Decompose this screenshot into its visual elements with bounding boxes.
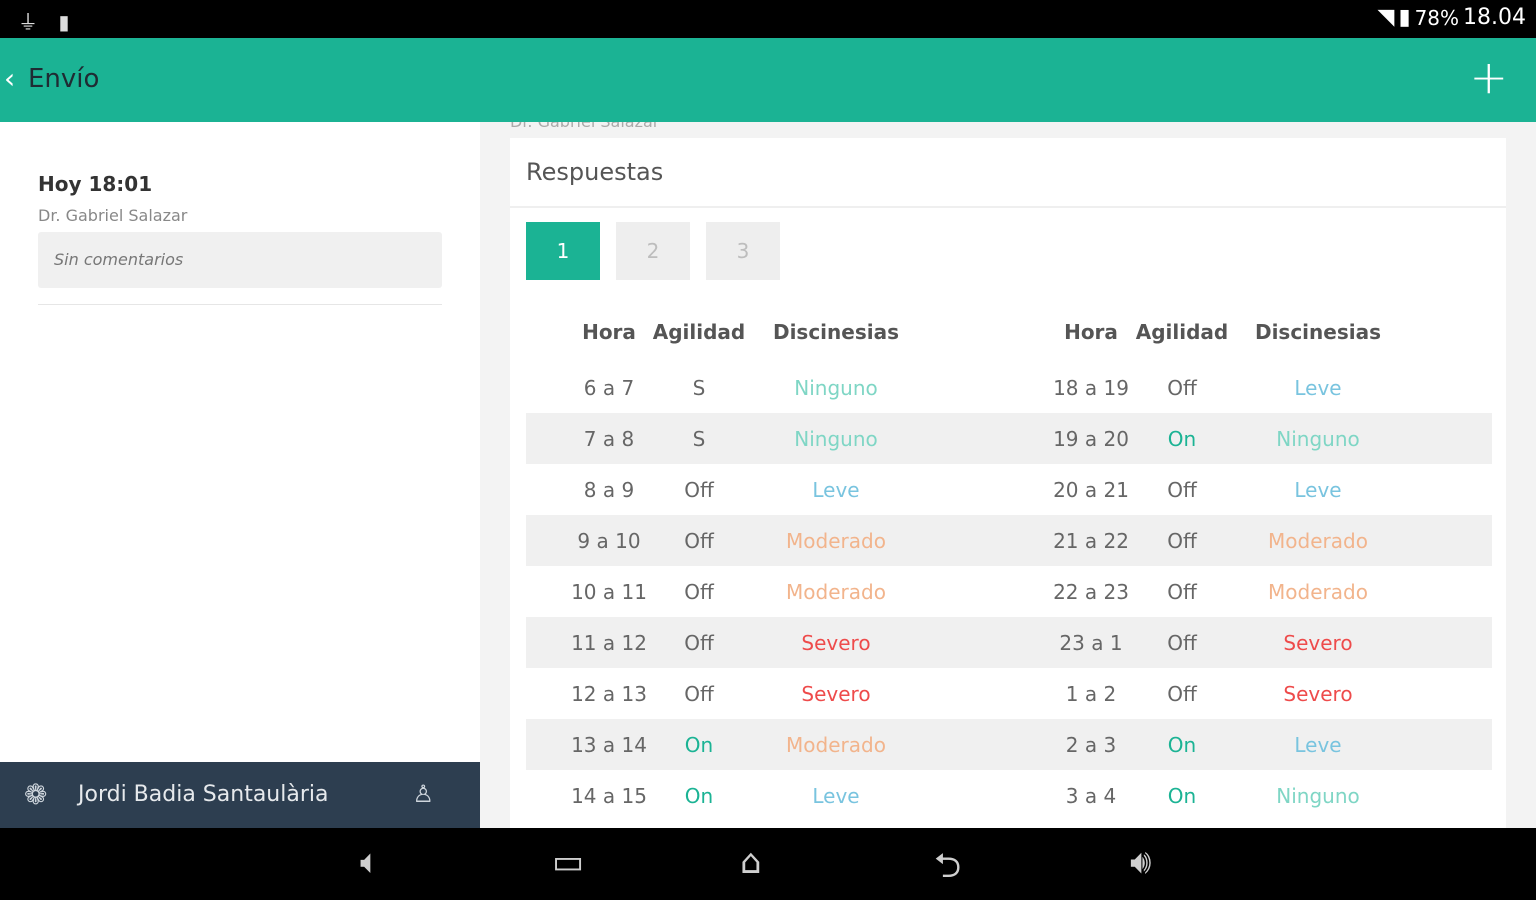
cell-agilidad: Off <box>1167 630 1197 655</box>
responses-title: Respuestas <box>526 158 664 186</box>
sd-card-icon: ▮ <box>58 10 70 34</box>
table-row: 10 a 11 Off Moderado 22 a 23 Off Moderado <box>526 566 1492 617</box>
cell-discinesias: Severo <box>1283 681 1353 706</box>
cell-agilidad: On <box>684 732 714 757</box>
responses-card: Respuestas 1 2 3 Hora Agilidad Discinesi… <box>510 138 1506 828</box>
cell-discinesias: Moderado <box>786 528 886 553</box>
status-bar: ⏚ ▮ ◥ ▮ 78% 18.04 <box>0 0 1536 38</box>
status-right: ◥ ▮ 78% 18.04 <box>1378 5 1526 30</box>
cell-agilidad: Off <box>684 579 714 604</box>
cell-agilidad: S <box>692 426 706 451</box>
cell-discinesias: Severo <box>1283 630 1353 655</box>
battery-percent: 78% <box>1414 5 1460 30</box>
cell-discinesias: Leve <box>1294 732 1342 757</box>
cell-agilidad: Off <box>1167 681 1197 706</box>
cell-agilidad: Off <box>684 630 714 655</box>
cell-discinesias: Ninguno <box>1276 783 1360 808</box>
submission-detail-panel: Hoy 18:01 Dr. Gabriel Salazar Sin coment… <box>0 122 480 828</box>
cell-discinesias: Leve <box>812 783 860 808</box>
cell-agilidad: Off <box>684 477 714 502</box>
cell-discinesias: Ninguno <box>1276 426 1360 451</box>
cell-discinesias: Leve <box>1294 477 1342 502</box>
cell-agilidad: Off <box>1167 375 1197 400</box>
tab-2[interactable]: 2 <box>616 222 690 280</box>
cell-discinesias: Moderado <box>1268 579 1368 604</box>
response-tabs: 1 2 3 <box>526 222 780 280</box>
table-row: 6 a 7 S Ninguno 18 a 19 Off Leve <box>526 362 1492 413</box>
cut-off-doctor-text: Dr. Gabriel Salazar <box>510 122 659 131</box>
cell-agilidad: S <box>692 375 706 400</box>
tab-3[interactable]: 3 <box>706 222 780 280</box>
cell-discinesias: Ninguno <box>794 375 878 400</box>
volume-down-icon[interactable]: 🔈︎ <box>360 842 380 882</box>
cell-discinesias: Leve <box>812 477 860 502</box>
divider <box>38 304 442 305</box>
cell-discinesias: Moderado <box>1268 528 1368 553</box>
column-header-agilidad: Agilidad <box>652 320 746 344</box>
cell-agilidad: Off <box>1167 528 1197 553</box>
page-title[interactable]: Envío <box>28 64 99 94</box>
cell-agilidad: On <box>1167 783 1197 808</box>
table-row: 14 a 15 On Leve 3 a 4 On Ninguno <box>526 770 1492 821</box>
header-divider <box>510 206 1506 208</box>
table-header: Hora Agilidad Discinesias Hora Agilidad … <box>526 302 1492 362</box>
cell-discinesias: Leve <box>1294 375 1342 400</box>
table-row: 8 a 9 Off Leve 20 a 21 Off Leve <box>526 464 1492 515</box>
usb-icon: ⏚ <box>18 10 38 34</box>
home-icon[interactable]: ⌂ <box>740 842 762 882</box>
cell-agilidad: Off <box>1167 579 1197 604</box>
cell-discinesias: Ninguno <box>794 426 878 451</box>
cell-agilidad: Off <box>1167 477 1197 502</box>
table-row: 12 a 13 Off Severo 1 a 2 Off Severo <box>526 668 1492 719</box>
column-header-discinesias: Discinesias <box>772 320 900 344</box>
cell-discinesias: Severo <box>801 630 871 655</box>
app-bar: ‹ Envío + <box>0 38 1536 122</box>
recent-apps-icon[interactable]: ▭ <box>552 842 584 882</box>
clock: 18.04 <box>1463 5 1526 30</box>
cell-agilidad: Off <box>684 528 714 553</box>
battery-icon: ▮ <box>1398 5 1411 30</box>
cell-agilidad: Off <box>684 681 714 706</box>
cell-agilidad: On <box>1167 426 1197 451</box>
brain-icon: ❁ <box>24 778 48 811</box>
status-left-icons: ⏚ ▮ <box>18 6 83 35</box>
column-header-agilidad: Agilidad <box>1135 320 1229 344</box>
cell-agilidad: On <box>684 783 714 808</box>
table-row: 9 a 10 Off Moderado 21 a 22 Off Moderado <box>526 515 1492 566</box>
cell-discinesias: Severo <box>801 681 871 706</box>
table-row: 7 a 8 S Ninguno 19 a 20 On Ninguno <box>526 413 1492 464</box>
submission-time: Hoy 18:01 <box>38 172 153 196</box>
back-chevron-icon[interactable]: ‹ <box>4 62 15 95</box>
table-row-partial <box>526 821 1492 828</box>
responses-table: Hora Agilidad Discinesias Hora Agilidad … <box>526 302 1492 828</box>
person-icon[interactable]: ♙ <box>412 780 434 808</box>
column-header-discinesias: Discinesias <box>1254 320 1382 344</box>
responses-panel: Dr. Gabriel Salazar Respuestas 1 2 3 Hor… <box>480 122 1536 828</box>
cell-discinesias: Moderado <box>786 732 886 757</box>
table-row: 11 a 12 Off Severo 23 a 1 Off Severo <box>526 617 1492 668</box>
user-name: Jordi Badia Santaulària <box>78 782 329 807</box>
tab-1[interactable]: 1 <box>526 222 600 280</box>
add-icon[interactable]: + <box>1469 52 1508 102</box>
comments-box: Sin comentarios <box>38 232 442 288</box>
table-row: 13 a 14 On Moderado 2 a 3 On Leve <box>526 719 1492 770</box>
wifi-icon: ◥ <box>1377 5 1395 30</box>
doctor-name: Dr. Gabriel Salazar <box>38 206 188 225</box>
cell-discinesias: Moderado <box>786 579 886 604</box>
user-bar[interactable]: ❁ Jordi Badia Santaulària ♙ <box>0 762 480 828</box>
navigation-bar: 🔈︎ ▭ ⌂ ⮌ 🔊︎ <box>0 828 1536 900</box>
back-icon[interactable]: ⮌ <box>934 842 961 899</box>
cell-agilidad: On <box>1167 732 1197 757</box>
volume-up-icon[interactable]: 🔊︎ <box>1130 842 1151 882</box>
